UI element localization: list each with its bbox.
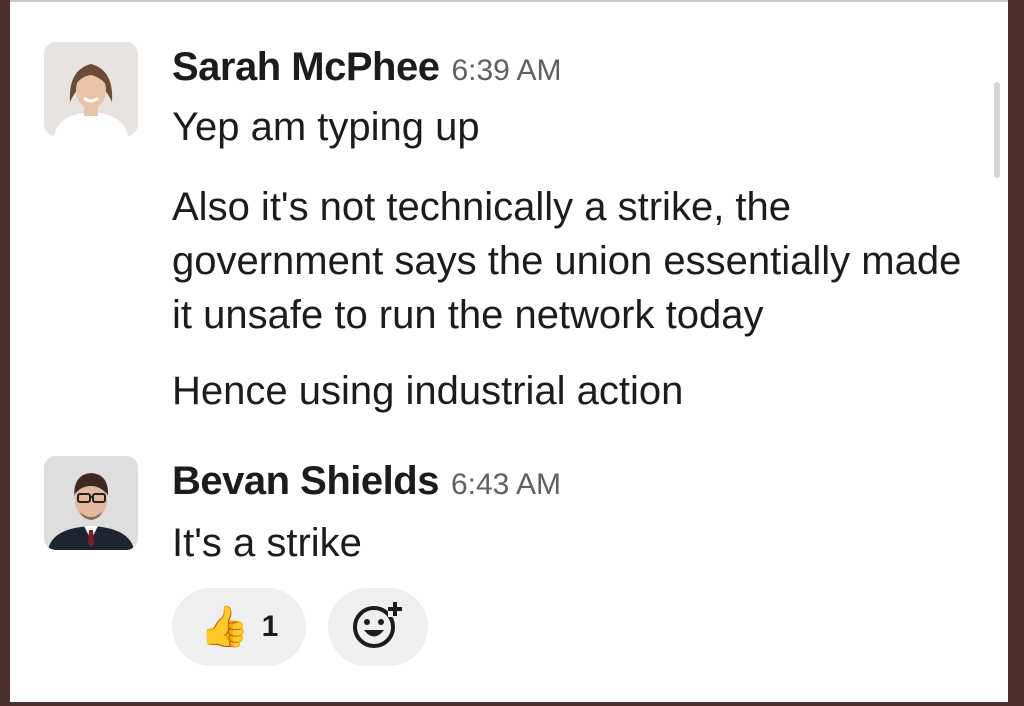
avatar[interactable] <box>44 42 138 136</box>
reaction-thumbs-up-button[interactable]: 👍 1 <box>172 588 306 666</box>
timestamp[interactable]: 6:39 AM <box>451 54 561 87</box>
avatar[interactable] <box>44 456 138 550</box>
author-name[interactable]: Bevan Shields <box>172 459 439 503</box>
message-text: Yep am typing up <box>172 105 480 149</box>
timestamp[interactable]: 6:43 AM <box>451 468 561 501</box>
message-text: Hence using industrial action <box>172 369 684 413</box>
message-content: Sarah McPhee 6:39 AM Yep am typing up Als… <box>172 40 982 413</box>
reactions-bar: 👍 1 <box>172 588 428 666</box>
reaction-count: 1 <box>261 610 279 643</box>
message-header: Sarah McPhee 6:39 AM <box>172 40 982 100</box>
message-text: Also it's not technically a strike, the … <box>172 185 962 337</box>
message-pane: Sarah McPhee 6:39 AM Yep am typing up Als… <box>10 0 1008 702</box>
message-text: It's a strike <box>172 521 362 565</box>
add-reaction-icon <box>350 599 406 656</box>
scrollbar-thumb[interactable] <box>994 82 1000 178</box>
message-content: Bevan Shields 6:43 AM It's a strike 👍 1 <box>172 454 982 666</box>
author-name[interactable]: Sarah McPhee <box>172 45 440 89</box>
add-reaction-button[interactable] <box>328 588 428 666</box>
thumbs-up-icon: 👍 <box>199 605 250 649</box>
message-header: Bevan Shields 6:43 AM <box>172 454 982 514</box>
